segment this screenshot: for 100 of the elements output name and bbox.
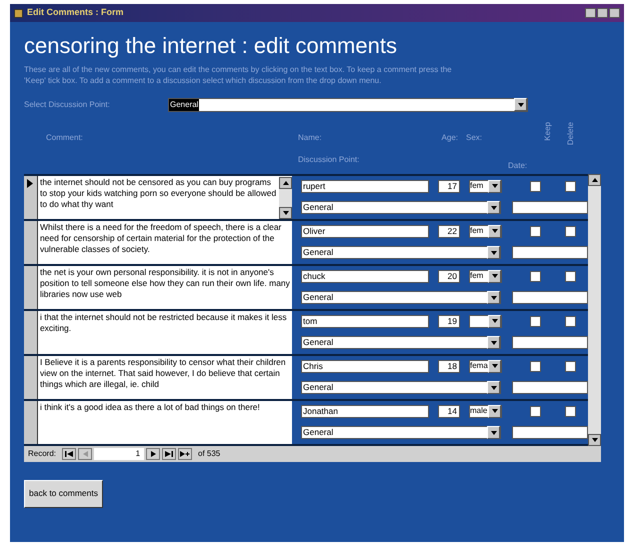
vertical-scrollbar[interactable] bbox=[588, 174, 601, 446]
next-record-button[interactable] bbox=[146, 448, 160, 460]
checkbox[interactable] bbox=[565, 226, 576, 237]
record-selector[interactable] bbox=[24, 356, 38, 398]
column-header: Age: bbox=[442, 132, 458, 142]
name-field[interactable]: rupert bbox=[301, 180, 429, 193]
age-field[interactable]: 17 bbox=[438, 180, 460, 193]
dropdown-arrow-button[interactable] bbox=[487, 291, 500, 304]
dropdown-arrow-button[interactable] bbox=[514, 98, 527, 111]
sex-select[interactable]: fem bbox=[469, 224, 502, 238]
age-field[interactable]: 18 bbox=[438, 360, 460, 373]
window-title: Edit Comments : Form bbox=[27, 6, 124, 20]
first-icon bbox=[65, 450, 74, 456]
maximize-button[interactable] bbox=[597, 8, 608, 18]
scrollbar[interactable] bbox=[279, 176, 292, 218]
new-record-button[interactable] bbox=[178, 448, 192, 460]
record-selector[interactable] bbox=[24, 220, 38, 264]
dropdown-arrow-button[interactable] bbox=[488, 404, 501, 418]
dropdown-arrow-button[interactable] bbox=[488, 180, 501, 193]
checkbox[interactable] bbox=[530, 316, 541, 327]
discussion-select[interactable]: General bbox=[301, 336, 501, 350]
form-heading: censoring the internet : edit comments bbox=[24, 32, 398, 60]
column-header: Name: bbox=[298, 132, 323, 144]
age-field[interactable]: 14 bbox=[438, 404, 460, 418]
sex-select[interactable]: fem bbox=[469, 180, 502, 193]
back-button[interactable]: back to comments bbox=[24, 480, 103, 508]
down-arrow-icon bbox=[592, 438, 598, 442]
checkbox[interactable] bbox=[565, 360, 576, 372]
discussion-select[interactable]: General bbox=[301, 291, 501, 304]
comment-field[interactable]: Whilst there is a need for the freedom of speech, there is a clear need for censorship of certain material for the protection of the vulnerable classes of society. bbox=[38, 220, 292, 264]
comment-field[interactable]: the internet should not be censored as you can buy programs to stop your kids watching porn so everyone should be allowed to do what thy want bbox=[38, 176, 292, 218]
checkbox[interactable] bbox=[530, 360, 541, 372]
discussion-select[interactable]: General bbox=[301, 201, 501, 214]
date-field[interactable] bbox=[512, 291, 588, 304]
name-field[interactable]: Jonathan bbox=[301, 404, 429, 418]
minimize-button[interactable] bbox=[585, 8, 596, 18]
dropdown-arrow-button[interactable] bbox=[487, 381, 500, 394]
discussion-select[interactable]: General bbox=[301, 246, 501, 260]
discussion-select[interactable]: General bbox=[301, 381, 501, 394]
sex-select[interactable] bbox=[469, 314, 502, 328]
date-field[interactable] bbox=[512, 246, 588, 260]
dropdown-arrow-button[interactable] bbox=[488, 314, 501, 328]
date-field[interactable] bbox=[512, 201, 588, 214]
comment-field[interactable]: the net is your own personal responsibility. it is not in anyone's position to tell someone else how they can run their own life. many libraries now use web bbox=[38, 266, 292, 308]
checkbox[interactable] bbox=[565, 316, 576, 327]
record-number-field[interactable]: 1 bbox=[94, 448, 144, 460]
discussion-select[interactable]: General bbox=[301, 426, 501, 440]
caret-icon bbox=[492, 409, 498, 414]
checkbox[interactable] bbox=[530, 270, 541, 282]
checkbox[interactable] bbox=[530, 180, 541, 192]
caret-icon bbox=[518, 102, 524, 106]
dropdown-arrow-button[interactable] bbox=[488, 360, 501, 373]
previous-icon bbox=[82, 450, 88, 456]
column-header: Delete bbox=[565, 122, 576, 145]
name-field[interactable]: chuck bbox=[301, 270, 429, 283]
date-field[interactable] bbox=[512, 381, 588, 394]
caret-icon bbox=[492, 184, 498, 188]
name-field[interactable]: Chris bbox=[301, 360, 429, 373]
caret-icon bbox=[490, 386, 496, 390]
checkbox[interactable] bbox=[530, 226, 541, 237]
first-record-button[interactable] bbox=[62, 448, 76, 460]
caret-icon bbox=[492, 274, 498, 278]
close-button[interactable] bbox=[609, 8, 620, 18]
down-arrow-icon bbox=[282, 210, 288, 214]
dropdown-arrow-button[interactable] bbox=[487, 426, 500, 440]
caret-icon bbox=[492, 319, 498, 324]
record-selector[interactable] bbox=[24, 310, 38, 354]
caret-icon bbox=[490, 430, 496, 435]
comment-field[interactable]: i that the internet should not be restricted because it makes it less exciting. bbox=[38, 310, 292, 354]
record-label: Record: bbox=[28, 448, 56, 460]
comment-field[interactable]: i think it's a good idea as there a lot of bad things on there! bbox=[38, 400, 292, 444]
name-field[interactable]: Oliver bbox=[301, 224, 429, 238]
dropdown-arrow-button[interactable] bbox=[487, 246, 500, 260]
checkbox[interactable] bbox=[530, 406, 541, 417]
dropdown-arrow-button[interactable] bbox=[487, 201, 500, 214]
dropdown-arrow-button[interactable] bbox=[488, 270, 501, 283]
comment-field[interactable]: I Believe it is a parents responsibility to censor what their children view on the internet. That said however, I do believe that certain things which are illegal, ie. child bbox=[38, 356, 292, 398]
age-field[interactable]: 22 bbox=[438, 224, 460, 238]
age-field[interactable]: 20 bbox=[438, 270, 460, 283]
field-label: Select Discussion Point: bbox=[24, 98, 111, 110]
record-selector[interactable] bbox=[24, 176, 38, 218]
last-record-button[interactable] bbox=[162, 448, 176, 460]
sex-select[interactable]: fem bbox=[469, 270, 502, 283]
record-selector[interactable] bbox=[24, 400, 38, 444]
age-field[interactable]: 19 bbox=[438, 314, 460, 328]
caret-icon bbox=[490, 206, 496, 210]
checkbox[interactable] bbox=[565, 180, 576, 192]
date-field[interactable] bbox=[512, 426, 588, 440]
name-field[interactable]: tom bbox=[301, 314, 429, 328]
form-icon bbox=[14, 8, 23, 18]
discussion-select[interactable]: General bbox=[168, 98, 528, 112]
date-field[interactable] bbox=[512, 336, 588, 350]
checkbox[interactable] bbox=[565, 270, 576, 282]
checkbox[interactable] bbox=[565, 406, 576, 417]
sex-select[interactable]: male bbox=[469, 404, 502, 418]
up-arrow-icon bbox=[592, 178, 598, 182]
sex-select[interactable]: fema bbox=[469, 360, 502, 373]
record-selector[interactable] bbox=[24, 266, 38, 308]
dropdown-arrow-button[interactable] bbox=[487, 336, 500, 350]
dropdown-arrow-button[interactable] bbox=[488, 224, 501, 238]
